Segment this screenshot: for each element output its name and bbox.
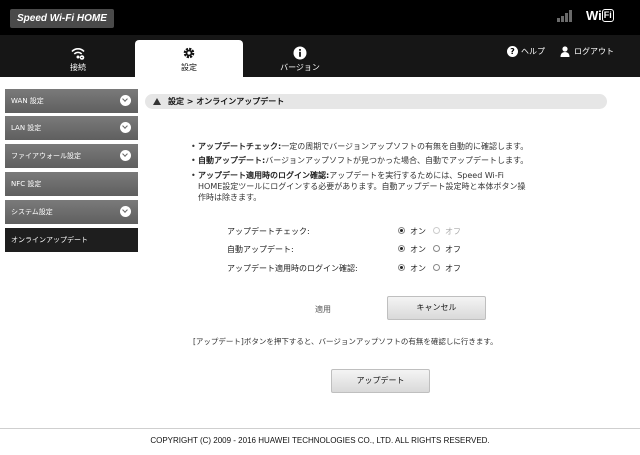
- wifi-logo: Wi Fi: [586, 7, 630, 25]
- tab-version-label: バージョン: [280, 63, 320, 72]
- tab-settings[interactable]: 設定: [135, 40, 243, 77]
- update-check-on-label: オン: [410, 227, 426, 236]
- cancel-button[interactable]: キャンセル: [387, 296, 486, 320]
- user-icon: [560, 46, 570, 57]
- auto-update-off-radio[interactable]: [433, 245, 440, 252]
- sidebar-item-label: システム設定: [11, 208, 53, 216]
- update-check-off-radio[interactable]: [433, 227, 440, 234]
- sidebar-item-label: ファイアウォール設定: [11, 152, 81, 160]
- tab-version[interactable]: バージョン: [246, 40, 354, 77]
- info-title: アップデートチェック:: [198, 142, 282, 151]
- login-confirm-on-label: オン: [410, 264, 426, 273]
- signal-strength-icon: [557, 10, 575, 22]
- chevron-down-icon: [120, 206, 131, 217]
- info-title: アップデート適用時のログイン確認:: [198, 171, 330, 180]
- info-icon: [293, 46, 307, 60]
- apply-button[interactable]: 適用: [315, 304, 331, 315]
- gear-icon: [183, 47, 195, 59]
- help-icon: ?: [507, 46, 518, 57]
- help-button[interactable]: ? ヘルプ: [507, 46, 545, 58]
- list-item: アップデートチェック:一定の周期でバージョンアップソフトの有無を自動的に確認しま…: [191, 141, 529, 152]
- list-item-continuation: HOME設定ツールにログインする必要があります。自動アップデート設定時と本体ボタ…: [198, 181, 525, 192]
- warning-icon: [153, 98, 161, 105]
- info-text: 作時は除きます。: [198, 193, 262, 202]
- update-check-off-label: オフ: [445, 227, 461, 236]
- wifi-logo-text: Wi: [586, 8, 602, 23]
- breadcrumb: 設定 > オンラインアップデート: [145, 94, 607, 109]
- sidebar-item-lan[interactable]: LAN 設定: [5, 116, 138, 140]
- tab-settings-label: 設定: [181, 63, 197, 72]
- auto-update-on-radio[interactable]: [398, 245, 405, 252]
- sidebar-item-system[interactable]: システム設定: [5, 200, 138, 224]
- info-text: 一定の周期でバージョンアップソフトの有無を自動的に確認します。: [281, 142, 529, 151]
- tab-connection[interactable]: 接続: [24, 40, 132, 77]
- chevron-down-icon: [120, 95, 131, 106]
- chevron-down-icon: [120, 122, 131, 133]
- auto-update-off-label: オフ: [445, 245, 461, 254]
- logout-label: ログアウト: [574, 47, 614, 56]
- wifi-logo-badge: Fi: [601, 9, 614, 22]
- sidebar-item-nfc[interactable]: NFC 設定: [5, 172, 138, 196]
- info-text: アップデートを実行するためには、Speed Wi-Fi: [329, 171, 504, 180]
- page-title: 設定 > オンラインアップデート: [168, 97, 285, 106]
- footer-divider: [0, 428, 640, 429]
- list-item: 自動アップデート:バージョンアップソフトが見つかった場合、自動でアップデートしま…: [191, 155, 529, 166]
- login-confirm-on-radio[interactable]: [398, 264, 405, 271]
- sidebar-item-online-update[interactable]: オンラインアップデート: [5, 228, 138, 252]
- info-text: HOME設定ツールにログインする必要があります。自動アップデート設定時と本体ボタ…: [198, 182, 526, 191]
- sidebar-item-label: NFC 設定: [11, 180, 42, 188]
- login-confirm-off-radio[interactable]: [433, 264, 440, 271]
- top-bar: Speed Wi-Fi HOME Wi Fi: [0, 0, 640, 35]
- sidebar-item-wan[interactable]: WAN 設定: [5, 89, 138, 113]
- login-confirm-off-label: オフ: [445, 264, 461, 273]
- login-confirm-label: アップデート適用時のログイン確認:: [227, 264, 358, 273]
- auto-update-on-label: オン: [410, 245, 426, 254]
- tab-connection-label: 接続: [70, 63, 86, 72]
- sidebar-item-label: オンラインアップデート: [11, 236, 88, 244]
- sidebar-item-label: WAN 設定: [11, 97, 44, 105]
- logout-button[interactable]: ログアウト: [560, 46, 614, 58]
- info-title: 自動アップデート:: [198, 156, 266, 165]
- update-button[interactable]: アップデート: [331, 369, 430, 393]
- chevron-down-icon: [120, 150, 131, 161]
- info-text: バージョンアップソフトが見つかった場合、自動でアップデートします。: [265, 156, 529, 165]
- help-label: ヘルプ: [521, 47, 545, 56]
- brand-logo: Speed Wi-Fi HOME: [10, 9, 114, 28]
- update-note: [アップデート]ボタンを押下すると、バージョンアップソフトの有無を確認しに行きま…: [193, 337, 498, 346]
- update-check-on-radio[interactable]: [398, 227, 405, 234]
- brand-text: Speed Wi-Fi HOME: [17, 13, 107, 24]
- wifi-icon: [71, 47, 85, 60]
- list-item-continuation: 作時は除きます。: [198, 192, 261, 203]
- list-item: アップデート適用時のログイン確認:アップデートを実行するためには、Speed W…: [191, 170, 504, 181]
- auto-update-label: 自動アップデート:: [227, 245, 294, 254]
- sidebar-item-label: LAN 設定: [11, 124, 42, 132]
- copyright: COPYRIGHT (C) 2009 - 2016 HUAWEI TECHNOL…: [150, 436, 490, 445]
- update-check-label: アップデートチェック:: [227, 227, 310, 236]
- sidebar-item-firewall[interactable]: ファイアウォール設定: [5, 144, 138, 168]
